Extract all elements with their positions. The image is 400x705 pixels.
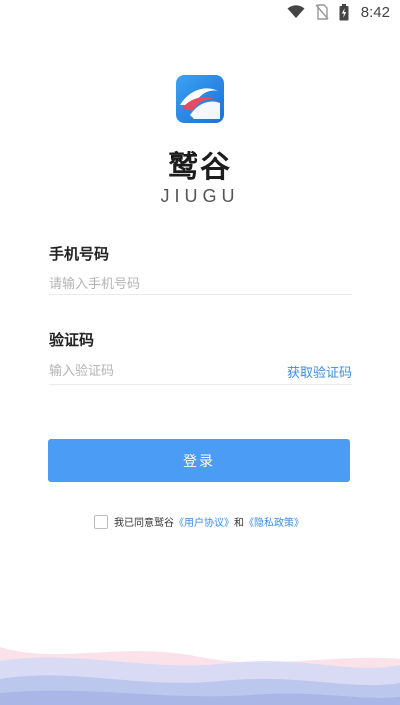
user-agreement-link[interactable]: 《用户协议》 — [174, 514, 234, 529]
login-button[interactable]: 登录 — [48, 439, 350, 482]
code-label: 验证码 — [49, 331, 95, 349]
get-code-button[interactable]: 获取验证码 — [287, 362, 352, 381]
battery-charging-icon — [339, 3, 349, 21]
phone-divider — [49, 294, 352, 295]
status-bar: 8:42 — [0, 0, 400, 24]
app-subname: JIUGU — [160, 186, 240, 206]
agreement-conjunction: 和 — [234, 518, 244, 529]
agreement-prefix: 我已同意鹫谷 — [114, 518, 174, 529]
agreement-row: 我已同意鹫谷 《用户协议》 和 《隐私政策》 — [94, 514, 304, 529]
eagle-logo-icon — [176, 75, 224, 123]
status-time: 8:42 — [360, 3, 390, 21]
phone-label: 手机号码 — [49, 245, 110, 263]
privacy-policy-link[interactable]: 《隐私政策》 — [244, 514, 304, 529]
no-sim-icon — [315, 4, 329, 20]
code-input[interactable] — [49, 357, 279, 385]
wave-decoration — [0, 647, 400, 705]
app-name: 鹫谷 — [168, 150, 232, 185]
code-divider — [49, 384, 352, 385]
agreement-checkbox[interactable] — [94, 514, 108, 529]
wifi-icon — [287, 5, 305, 19]
